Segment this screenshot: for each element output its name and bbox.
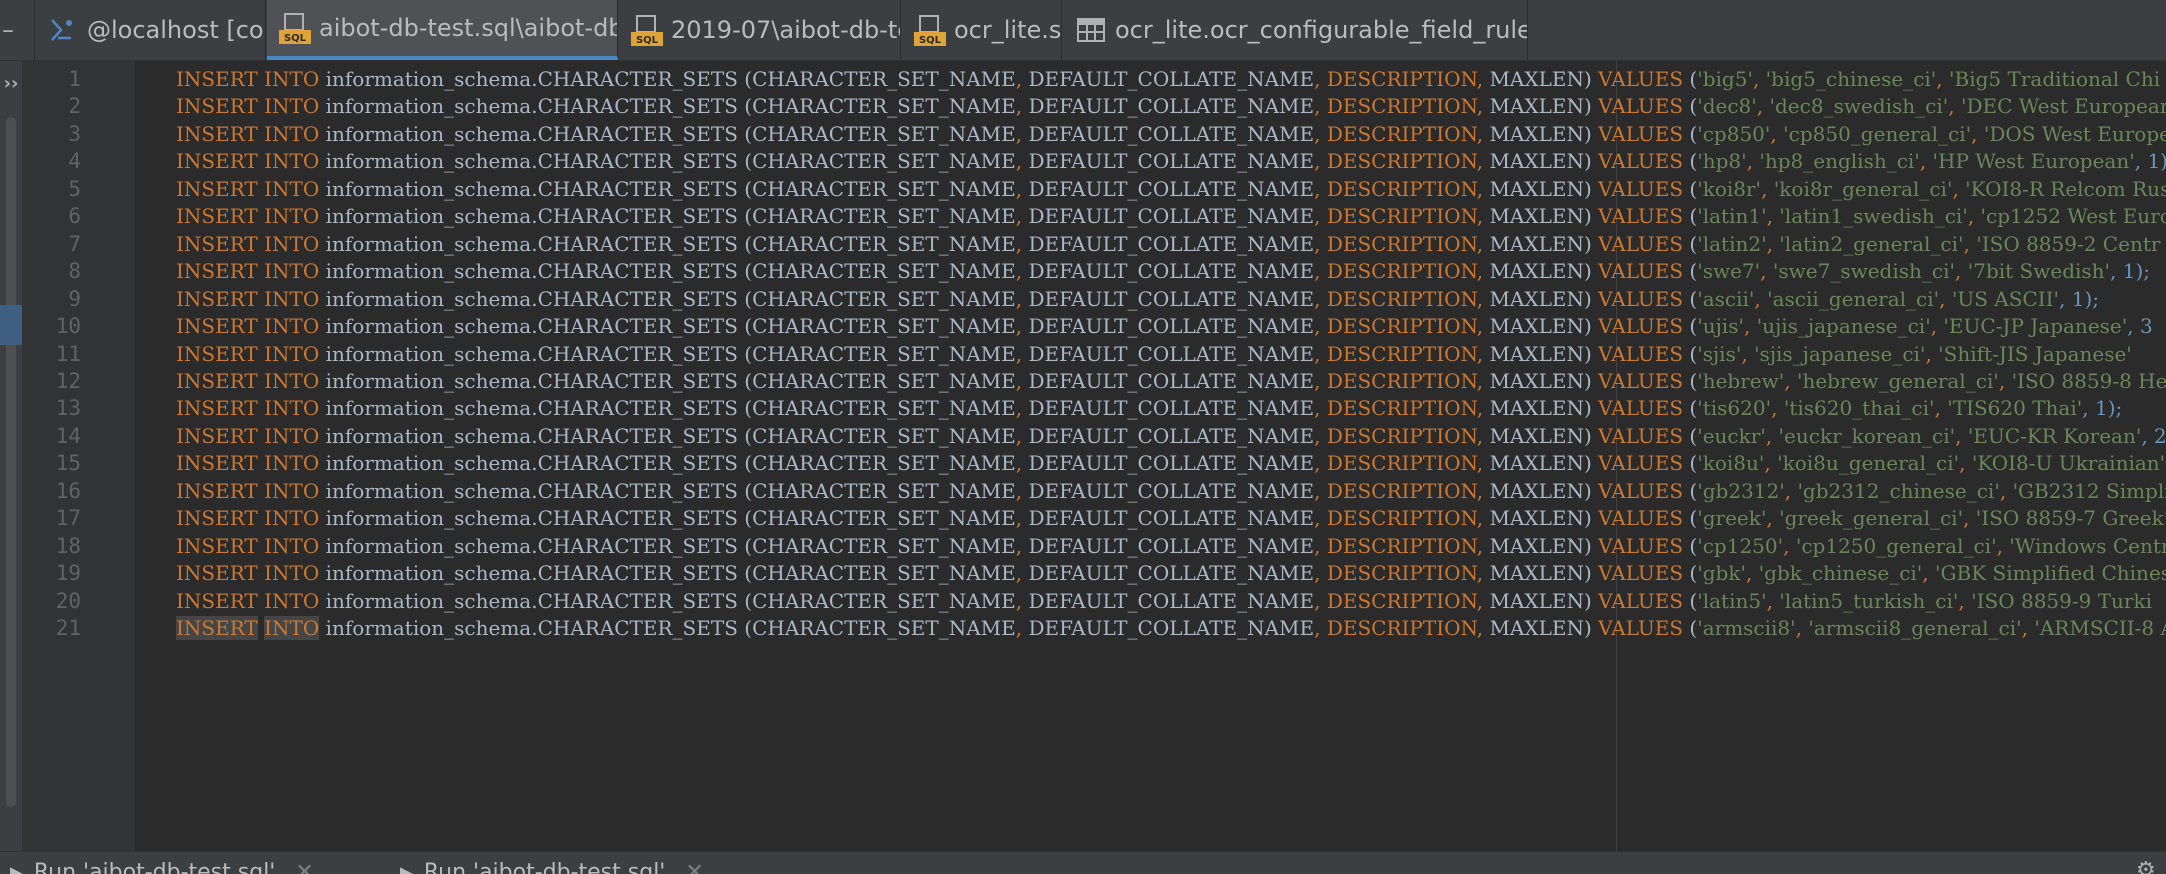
tab-aibot-db-test-sql[interactable]: SQL aibot-db-test.sql\aibot-db-test.sql …	[267, 0, 618, 60]
tab-2019-07-aibot-db-test-sql[interactable]: SQL 2019-07\aibot-db-test.sql ✕	[619, 0, 901, 60]
gear-icon[interactable]: ⚙	[2136, 858, 2158, 874]
charset-name-string: 'armscii8'	[1697, 616, 1796, 640]
tab-ocr-configurable-field-rule[interactable]: ocr_lite.ocr_configurable_field_rule [@l…	[1063, 0, 1528, 60]
paren-close: )	[1584, 616, 1592, 640]
selection-marker	[0, 305, 22, 345]
close-icon[interactable]: ✕	[685, 860, 703, 874]
sql-file-icon: SQL	[279, 13, 311, 44]
structure-scrollbar[interactable]	[6, 117, 16, 807]
column-name: CHARACTER_SET_NAME	[752, 616, 1016, 640]
tab-label: aibot-db-test.sql\aibot-db-test.sql	[319, 14, 618, 42]
description-string: 'ARMSCII-8 Ar	[2034, 616, 2166, 640]
comma: ,	[1476, 616, 1484, 640]
column-name: DEFAULT_COLLATE_NAME	[1028, 616, 1315, 640]
console-icon	[51, 19, 72, 41]
tab-ocr-lite-sql[interactable]: SQL ocr_lite.sql ✕	[902, 0, 1062, 60]
svg-text:SQL: SQL	[636, 35, 659, 46]
table-identifier: information_schema.CHARACTER_SETS	[325, 616, 738, 640]
column-name: DESCRIPTION	[1326, 616, 1477, 640]
comma: ,	[2021, 616, 2028, 640]
ide-window: – @localhost [console] ✕ SQL aibot-db-te…	[0, 0, 2166, 874]
line-number: 21	[55, 616, 81, 640]
close-icon[interactable]: ✕	[295, 860, 313, 874]
svg-text:SQL: SQL	[284, 33, 307, 44]
sql-file-icon: SQL	[914, 15, 946, 46]
paren-open: (	[744, 616, 753, 640]
editor-tab-bar: – @localhost [console] ✕ SQL aibot-db-te…	[0, 0, 2166, 61]
run-tab-label: Run 'aibot-db-test.sql'	[33, 860, 276, 874]
run-icon: ▶	[10, 863, 24, 874]
comma: ,	[1314, 616, 1321, 640]
expand-chevron-icon[interactable]: ››	[0, 73, 22, 94]
code-line[interactable]: INSERT INTO information_schema.CHARACTER…	[176, 609, 2166, 647]
run-tab-2[interactable]: ▶ Run 'aibot-db-test.sql' ✕	[400, 860, 704, 874]
tool-window-strip: ››	[0, 61, 23, 851]
sql-editor[interactable]: INSERT INTO information_schema.CHARACTER…	[134, 61, 2166, 851]
comma: ,	[1015, 616, 1023, 640]
keyword-insert: INSERT	[176, 616, 258, 640]
comma: ,	[1795, 616, 1803, 640]
svg-text:SQL: SQL	[919, 35, 942, 46]
collation-string: 'armscii8_general_ci'	[1808, 616, 2022, 640]
run-tool-window-bar: ▶ Run 'aibot-db-test.sql' ✕ ▶ Run 'aibot-db…	[0, 851, 2166, 874]
table-icon	[1077, 18, 1105, 42]
run-tab-label: Run 'aibot-db-test.sql'	[423, 860, 666, 874]
tab-label: @localhost [console]	[87, 16, 265, 44]
maxlen-value: , 1);	[2110, 259, 2151, 284]
run-tab-1[interactable]: ▶ Run 'aibot-db-test.sql' ✕	[10, 860, 314, 874]
tab-label: ocr_lite.ocr_configurable_field_rule [@l…	[1115, 16, 1528, 44]
tab-label: 2019-07\aibot-db-test.sql	[671, 16, 900, 44]
run-icon: ▶	[400, 863, 414, 874]
line-number-gutter: 1 2 3 4 5 6 7 8 9 10 11 12 13 14 15 16 17 18 19 20 21	[23, 61, 134, 851]
tab-console[interactable]: @localhost [console] ✕	[35, 0, 266, 60]
keyword-into: INTO	[264, 616, 320, 640]
collapse-stub-icon[interactable]: –	[0, 0, 35, 60]
sql-file-icon: SQL	[631, 15, 663, 46]
tab-label: ocr_lite.sql	[954, 16, 1062, 44]
column-name: MAXLEN	[1489, 616, 1584, 640]
keyword-values: VALUES	[1598, 616, 1684, 640]
